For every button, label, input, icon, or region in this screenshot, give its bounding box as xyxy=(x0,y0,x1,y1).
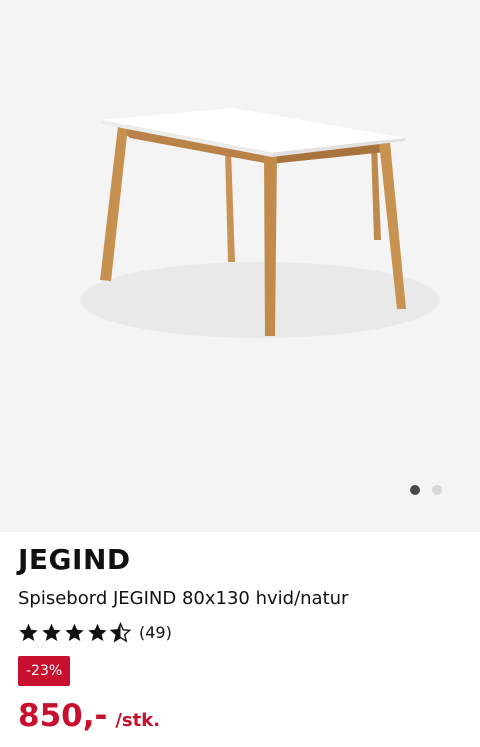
star-full-icon xyxy=(65,623,84,641)
table-photo xyxy=(80,108,440,338)
discount-badge: -23% xyxy=(18,656,71,686)
gallery-dot-2[interactable] xyxy=(432,485,442,495)
price-unit: /stk. xyxy=(115,710,161,731)
product-price: 850,- xyxy=(18,698,108,734)
star-half-icon xyxy=(110,621,131,642)
product-image-gallery[interactable] xyxy=(0,0,480,532)
gallery-dot-1[interactable] xyxy=(410,485,420,495)
price-row: 850,- /stk. xyxy=(18,698,462,734)
product-info: JEGIND Spisebord JEGIND 80x130 hvid/natu… xyxy=(18,540,462,734)
product-brand: JEGIND xyxy=(18,543,131,576)
rating-stars xyxy=(18,621,131,643)
rating-count: (49) xyxy=(139,622,172,642)
star-full-icon xyxy=(42,623,61,641)
product-rating[interactable]: (49) xyxy=(18,620,462,644)
product-title: Spisebord JEGIND 80x130 hvid/natur xyxy=(18,588,349,609)
star-full-icon xyxy=(19,623,38,641)
star-full-icon xyxy=(88,623,107,641)
gallery-pagination xyxy=(410,485,442,495)
